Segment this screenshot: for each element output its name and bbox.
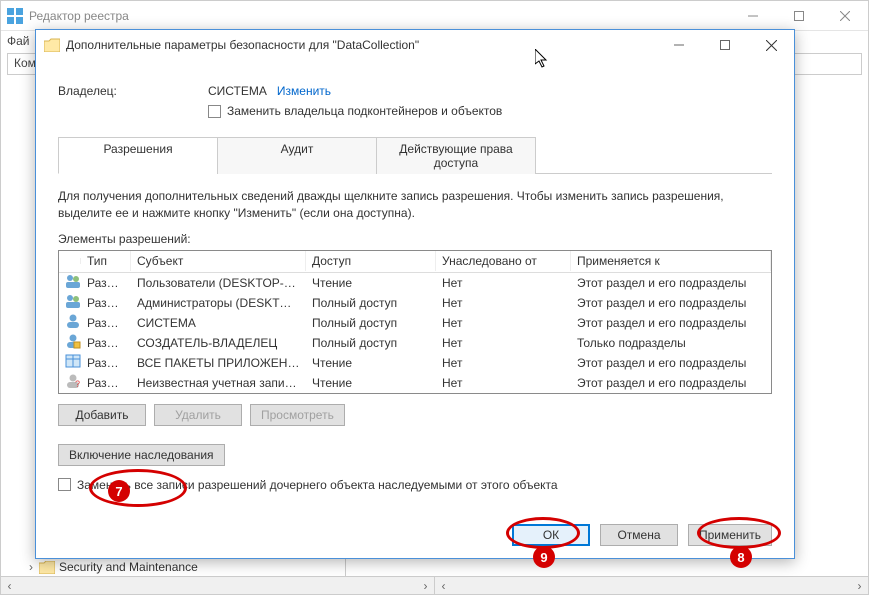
cell-type: Разр…	[81, 354, 131, 372]
regedit-title: Редактор реестра	[29, 9, 730, 23]
owner-value: СИСТЕМА	[208, 84, 267, 98]
tree-item-label: Security and Maintenance	[59, 560, 198, 574]
cell-applies: Этот раздел и его подразделы	[571, 314, 771, 332]
cell-subject: Неизвестная учетная запись…	[131, 374, 306, 392]
cell-subject: Пользователи (DESKTOP-AC…	[131, 274, 306, 292]
scroll-right-icon[interactable]: ›	[851, 577, 868, 594]
scroll-left-icon[interactable]: ‹	[435, 577, 452, 594]
col-access[interactable]: Доступ	[306, 251, 436, 271]
cell-subject: СОЗДАТЕЛЬ-ВЛАДЕЛЕЦ	[131, 334, 306, 352]
replace-owner-checkbox[interactable]	[208, 105, 221, 118]
dialog-tabs: Разрешения Аудит Действующие права досту…	[58, 136, 772, 174]
regedit-maximize-button[interactable]	[776, 1, 822, 31]
dialog-titlebar[interactable]: Дополнительные параметры безопасности дл…	[36, 30, 794, 60]
cell-subject: СИСТЕМА	[131, 314, 306, 332]
change-owner-link[interactable]: Изменить	[277, 84, 331, 98]
cell-inherited: Нет	[436, 294, 571, 312]
regedit-close-button[interactable]	[822, 1, 868, 31]
replace-child-checkbox[interactable]	[58, 478, 71, 491]
principal-icon	[65, 313, 81, 329]
tab-effective-access[interactable]: Действующие права доступа	[376, 137, 536, 174]
scroll-right-icon[interactable]: ›	[417, 577, 434, 594]
dialog-maximize-button[interactable]	[702, 30, 748, 60]
permission-row[interactable]: Разр…СИСТЕМАПолный доступНетЭтот раздел …	[59, 313, 771, 333]
cell-inherited: Нет	[436, 314, 571, 332]
scroll-left-icon[interactable]: ‹	[1, 577, 18, 594]
cell-inherited: Нет	[436, 334, 571, 352]
cell-access: Полный доступ	[306, 314, 436, 332]
replace-child-label: Заменить все записи разрешений дочернего…	[77, 478, 558, 492]
cell-applies: Этот раздел и его подразделы	[571, 374, 771, 392]
cell-type: Разр…	[81, 374, 131, 392]
permission-row[interactable]: Разр…Пользователи (DESKTOP-AC…ЧтениеНетЭ…	[59, 273, 771, 293]
apply-button[interactable]: Применить	[688, 524, 772, 546]
cell-type: Разр…	[81, 314, 131, 332]
cell-access: Полный доступ	[306, 334, 436, 352]
tree-item[interactable]: › Security and Maintenance	[1, 558, 345, 576]
principal-icon	[65, 293, 81, 309]
ok-button[interactable]: ОК	[512, 524, 590, 546]
col-subject[interactable]: Субъект	[131, 251, 306, 271]
remove-button[interactable]: Удалить	[154, 404, 242, 426]
permissions-list-label: Элементы разрешений:	[58, 232, 772, 246]
replace-owner-label: Заменить владельца подконтейнеров и объе…	[227, 104, 502, 118]
view-button[interactable]: Просмотреть	[250, 404, 345, 426]
cell-subject: Администраторы (DESKTOP-…	[131, 294, 306, 312]
folder-icon	[44, 38, 60, 52]
add-button[interactable]: Добавить	[58, 404, 146, 426]
cell-applies: Этот раздел и его подразделы	[571, 274, 771, 292]
svg-text:?: ?	[75, 379, 80, 389]
col-type[interactable]: Тип	[81, 251, 131, 271]
instructions-text: Для получения дополнительных сведений дв…	[58, 188, 772, 222]
cell-type: Разр…	[81, 294, 131, 312]
dialog-title: Дополнительные параметры безопасности дл…	[66, 38, 656, 52]
folder-icon	[39, 561, 55, 574]
permission-row[interactable]: Разр…Администраторы (DESKTOP-…Полный дос…	[59, 293, 771, 313]
principal-icon: ?	[65, 373, 81, 389]
cell-inherited: Нет	[436, 374, 571, 392]
cell-inherited: Нет	[436, 274, 571, 292]
permission-row[interactable]: ?Разр…Неизвестная учетная запись…ЧтениеН…	[59, 373, 771, 393]
cell-access: Полный доступ	[306, 294, 436, 312]
principal-icon	[65, 273, 81, 289]
tab-audit[interactable]: Аудит	[217, 137, 377, 174]
col-inherited[interactable]: Унаследовано от	[436, 251, 571, 271]
cell-access: Чтение	[306, 374, 436, 392]
cell-type: Разр…	[81, 334, 131, 352]
address-text: Ком	[14, 56, 36, 70]
advanced-security-dialog: Дополнительные параметры безопасности дл…	[35, 29, 795, 559]
permissions-header-row: Тип Субъект Доступ Унаследовано от Приме…	[59, 251, 771, 273]
dialog-close-button[interactable]	[748, 30, 794, 60]
cell-applies: Этот раздел и его подразделы	[571, 354, 771, 372]
cell-applies: Только подразделы	[571, 334, 771, 352]
principal-icon	[65, 333, 81, 349]
cell-access: Чтение	[306, 354, 436, 372]
cell-type: Разр…	[81, 274, 131, 292]
principal-icon	[65, 353, 81, 369]
tree-hscrollbar[interactable]: ‹ ›	[1, 577, 435, 594]
menu-file[interactable]: Фай	[7, 34, 30, 48]
values-hscrollbar[interactable]: ‹ ›	[435, 577, 868, 594]
regedit-app-icon	[7, 8, 23, 24]
cell-inherited: Нет	[436, 354, 571, 372]
cell-subject: ВСЕ ПАКЕТЫ ПРИЛОЖЕНИЙ	[131, 354, 306, 372]
expand-icon[interactable]: ›	[25, 560, 37, 574]
dialog-minimize-button[interactable]	[656, 30, 702, 60]
cell-applies: Этот раздел и его подразделы	[571, 294, 771, 312]
col-applies[interactable]: Применяется к	[571, 251, 771, 271]
regedit-minimize-button[interactable]	[730, 1, 776, 31]
permissions-list[interactable]: Тип Субъект Доступ Унаследовано от Приме…	[58, 250, 772, 394]
owner-label: Владелец:	[58, 84, 208, 98]
permission-row[interactable]: Разр…СОЗДАТЕЛЬ-ВЛАДЕЛЕЦПолный доступНетТ…	[59, 333, 771, 353]
cell-access: Чтение	[306, 274, 436, 292]
regedit-titlebar[interactable]: Редактор реестра	[1, 1, 868, 31]
cancel-button[interactable]: Отмена	[600, 524, 678, 546]
enable-inheritance-button[interactable]: Включение наследования	[58, 444, 225, 466]
permission-row[interactable]: Разр…ВСЕ ПАКЕТЫ ПРИЛОЖЕНИЙЧтениеНетЭтот …	[59, 353, 771, 373]
tab-permissions[interactable]: Разрешения	[58, 137, 218, 174]
